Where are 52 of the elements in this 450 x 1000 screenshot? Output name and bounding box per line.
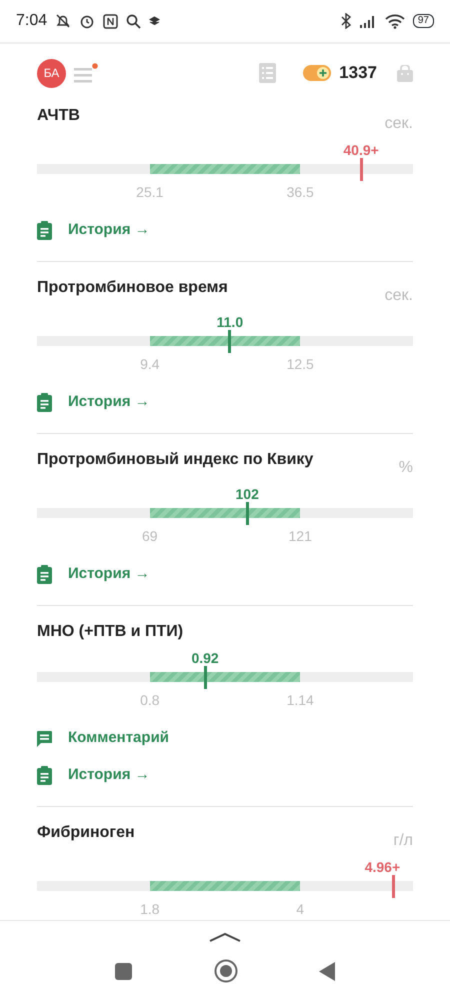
clipboard-icon bbox=[37, 766, 52, 785]
wifi-icon bbox=[384, 14, 405, 28]
history-link[interactable]: История → bbox=[68, 391, 150, 414]
test-name: МНО (+ПТВ и ПТИ) bbox=[37, 622, 184, 642]
result-value: 0.92 bbox=[191, 649, 219, 668]
range-label: 4 bbox=[296, 900, 304, 919]
result-value: 102 bbox=[236, 485, 259, 504]
bluetooth-icon bbox=[340, 13, 351, 29]
range-label: 121 bbox=[288, 527, 312, 546]
unit-label: сек. bbox=[384, 286, 413, 306]
range-label: 12.5 bbox=[286, 355, 314, 374]
test-name: Протромбиновый индекс по Квику bbox=[37, 450, 314, 470]
clipboard-icon bbox=[37, 565, 52, 584]
range-label: 1.14 bbox=[286, 691, 314, 710]
clipboard-icon bbox=[37, 393, 52, 412]
test-name: АЧТВ bbox=[37, 106, 80, 126]
alarm-icon bbox=[79, 13, 96, 29]
menu-icon[interactable] bbox=[74, 63, 98, 83]
battery-indicator: 97 bbox=[412, 14, 434, 28]
nfc-icon bbox=[103, 14, 118, 28]
result-value: 40.9+ bbox=[343, 141, 379, 160]
result-value: 11.0 bbox=[216, 313, 244, 332]
range-label: 1.8 bbox=[140, 900, 160, 919]
history-link[interactable]: История → bbox=[68, 764, 150, 787]
test-name: Протромбиновое время bbox=[37, 278, 228, 298]
history-link[interactable]: История → bbox=[68, 563, 150, 586]
unit-label: г/л bbox=[393, 831, 413, 851]
unit-label: % bbox=[398, 458, 413, 478]
search-icon bbox=[126, 14, 142, 28]
square-icon[interactable] bbox=[115, 962, 132, 980]
range-label: 36.5 bbox=[286, 183, 314, 202]
clipboard-icon bbox=[37, 221, 52, 240]
result-value: 4.96+ bbox=[364, 858, 400, 877]
points-count: 1337 bbox=[339, 62, 377, 84]
comment-icon bbox=[37, 730, 52, 746]
unit-label: сек. bbox=[384, 114, 413, 134]
home-circle-icon[interactable] bbox=[214, 959, 238, 983]
layers-icon bbox=[149, 16, 160, 26]
range-label: 69 bbox=[142, 527, 158, 546]
comment-link[interactable]: Комментарий bbox=[68, 727, 170, 750]
range-label: 9.4 bbox=[140, 355, 160, 374]
signal-icon bbox=[358, 14, 377, 28]
muted-bell-icon bbox=[55, 13, 72, 29]
history-link[interactable]: История → bbox=[68, 219, 150, 242]
range-label: 25.1 bbox=[136, 183, 164, 202]
avatar[interactable]: БА bbox=[37, 58, 66, 88]
back-triangle-icon[interactable] bbox=[319, 962, 335, 980]
chevron-up-icon[interactable] bbox=[209, 932, 241, 942]
test-name: Фибриноген bbox=[37, 823, 135, 843]
range-label: 0.8 bbox=[140, 691, 160, 710]
coin-toggle-icon[interactable] bbox=[303, 65, 332, 81]
clock: 7:04 bbox=[16, 11, 48, 31]
